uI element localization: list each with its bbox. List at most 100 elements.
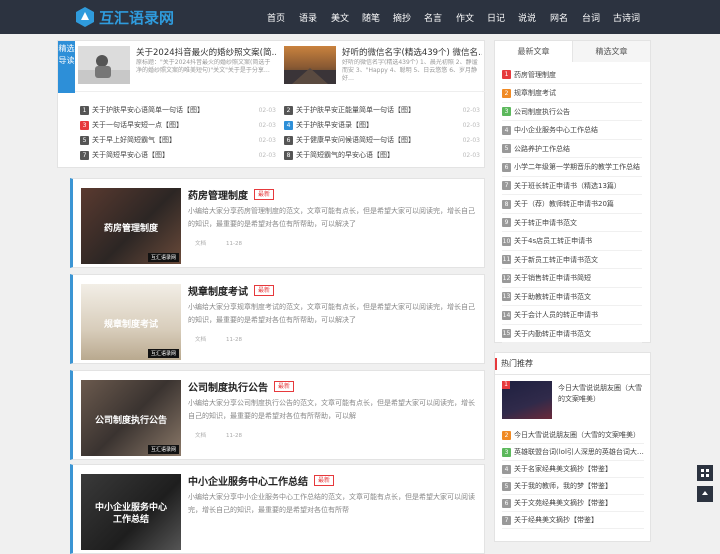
list-item-title[interactable]: 中小企业服务中心工作总结 xyxy=(514,125,598,135)
list-item-title[interactable]: 关于我的教师，我的梦【带鉴】 xyxy=(514,481,612,491)
list-item[interactable]: 2 规章制度考试 xyxy=(502,85,642,103)
list-item-title[interactable]: 关于简短霸气的早安心语【图】 xyxy=(296,150,461,160)
list-item[interactable]: 4 关于名家经典美文摘抄【带鉴】 xyxy=(502,461,644,478)
list-item[interactable]: 2 今日大雪说说朋友圈（大雪的文案唯美） xyxy=(502,427,644,444)
article-thumbnail[interactable]: 规章制度考试 互汇语录网 xyxy=(81,284,181,360)
site-logo[interactable]: 互汇语录网 xyxy=(74,5,174,29)
article-card[interactable]: 药房管理制度 互汇语录网 药房管理制度 最新 小编给大家分享药房管理制度的范文，… xyxy=(70,178,485,268)
list-item[interactable]: 10 关于4s店员工转正申请书 xyxy=(502,233,642,251)
back-to-top-button[interactable] xyxy=(697,486,713,502)
article-title-text[interactable]: 公司制度执行公告 xyxy=(188,379,268,394)
qr-code-button[interactable] xyxy=(697,465,713,481)
list-item-title[interactable]: 关于健康早安问候语简短一句话【图】 xyxy=(296,135,461,145)
list-item-title[interactable]: 关于会计人员的转正申请书 xyxy=(514,310,598,320)
article-thumbnail[interactable]: 公司制度执行公告 互汇语录网 xyxy=(81,380,181,456)
list-item[interactable]: 5 关于早上好简短霸气【图】 02-03 xyxy=(80,134,276,146)
list-item-title[interactable]: 关于早上好简短霸气【图】 xyxy=(92,135,257,145)
list-item-title[interactable]: 关于简短早安心语【图】 xyxy=(92,150,257,160)
nav-item-compositions[interactable]: 作文 xyxy=(456,11,474,24)
list-item-title[interactable]: 关于护肤早安心语简单一句话【图】 xyxy=(92,105,257,115)
list-item[interactable]: 4 中小企业服务中心工作总结 xyxy=(502,122,642,140)
article-title[interactable]: 中小企业服务中心工作总结 最新 xyxy=(188,473,335,488)
article-category[interactable]: 文档 xyxy=(195,241,206,247)
list-item-title[interactable]: 公司制度执行公告 xyxy=(514,107,570,117)
list-item[interactable]: 12 关于销售转正申请书简短 xyxy=(502,270,642,288)
list-item-title[interactable]: 关于助教转正申请书范文 xyxy=(514,292,591,302)
list-item[interactable]: 6 小学二年级第一学期音乐的教学工作总结 xyxy=(502,159,642,177)
nav-item-quotes[interactable]: 语录 xyxy=(299,11,317,24)
article-thumbnail[interactable]: 药房管理制度 互汇语录网 xyxy=(81,188,181,264)
article-thumbnail[interactable]: 中小企业服务中心工作总结 xyxy=(81,474,181,550)
list-item-title[interactable]: 公路养护工作总结 xyxy=(514,144,570,154)
list-item-title[interactable]: 关于护肤早安正能量简单一句话【图】 xyxy=(296,105,461,115)
nav-item-talk[interactable]: 说说 xyxy=(518,11,536,24)
list-item-title[interactable]: 关于4s店员工转正申请书 xyxy=(514,236,592,246)
list-item[interactable]: 3 关于一句话早安短一点【图】 02-03 xyxy=(80,119,276,131)
list-item-title[interactable]: 关于一句话早安短一点【图】 xyxy=(92,120,257,130)
list-item[interactable]: 3 英雄联盟台词(lol引人深思的英雄台词大… xyxy=(502,444,644,461)
list-item-title[interactable]: 今日大雪说说朋友圈（大雪的文案唯美） xyxy=(514,430,640,440)
featured-card-title[interactable]: 关于2024抖音最火的婚纱照文案(简… xyxy=(136,46,276,58)
nav-item-diary[interactable]: 日记 xyxy=(487,11,505,24)
article-title-text[interactable]: 药房管理制度 xyxy=(188,187,248,202)
list-item[interactable]: 9 关于转正申请书范文 xyxy=(502,214,642,232)
nav-item-essays[interactable]: 美文 xyxy=(331,11,349,24)
tab-featured[interactable]: 精选文章 xyxy=(572,41,650,62)
list-item[interactable]: 7 关于简短早安心语【图】 02-03 xyxy=(80,149,276,161)
article-category[interactable]: 文档 xyxy=(195,433,206,439)
list-item[interactable]: 5 公路养护工作总结 xyxy=(502,140,642,158)
article-category[interactable]: 文档 xyxy=(195,337,206,343)
list-item-title[interactable]: 规章制度考试 xyxy=(514,88,556,98)
article-card[interactable]: 公司制度执行公告 互汇语录网 公司制度执行公告 最新 小编给大家分享公司制度执行… xyxy=(70,370,485,460)
nav-item-famous-sayings[interactable]: 名言 xyxy=(424,11,442,24)
list-item[interactable]: 4 关于护肤早安语录【图】 02-03 xyxy=(284,119,480,131)
list-item-title[interactable]: 关于新员工转正申请书范文 xyxy=(514,255,598,265)
article-title[interactable]: 药房管理制度 最新 xyxy=(188,187,275,202)
list-item[interactable]: 7 关于班长转正申请书（精选13篇） xyxy=(502,177,642,195)
nav-item-nicknames[interactable]: 网名 xyxy=(550,11,568,24)
article-card[interactable]: 规章制度考试 互汇语录网 规章制度考试 最新 小编给大家分享规章制度考试的范文，… xyxy=(70,274,485,364)
list-item[interactable]: 15 关于内勤转正申请书范文 xyxy=(502,325,642,343)
list-item-title[interactable]: 英雄联盟台词(lol引人深思的英雄台词大… xyxy=(514,447,644,457)
list-item-title[interactable]: 关于转正申请书范文 xyxy=(514,218,577,228)
nav-item-notes[interactable]: 随笔 xyxy=(362,11,380,24)
list-item[interactable]: 14 关于会计人员的转正申请书 xyxy=(502,307,642,325)
list-item-title[interactable]: 关于销售转正申请书简短 xyxy=(514,273,591,283)
list-item[interactable]: 3 公司制度执行公告 xyxy=(502,103,642,121)
article-title-text[interactable]: 规章制度考试 xyxy=(188,283,248,298)
list-item[interactable]: 8 关于（荐）教师转正申请书20篇 xyxy=(502,196,642,214)
tab-recent[interactable]: 最新文章 xyxy=(495,41,572,62)
list-item-title[interactable]: 关于内勤转正申请书范文 xyxy=(514,329,591,339)
article-title-text[interactable]: 中小企业服务中心工作总结 xyxy=(188,473,308,488)
hot-feature-image[interactable]: 1 xyxy=(502,381,552,419)
nav-item-poems[interactable]: 古诗词 xyxy=(613,11,640,24)
nav-item-excerpts[interactable]: 摘抄 xyxy=(393,11,411,24)
featured-card[interactable]: 好听的微信名字(精选439个) 微信名… 好听的微信名字(精选439个) 1、晨… xyxy=(284,44,482,88)
nav-item-lines[interactable]: 台词 xyxy=(582,11,600,24)
list-item[interactable]: 7 关于经典美文摘抄【带鉴】 xyxy=(502,512,644,529)
list-item-title[interactable]: 关于名家经典美文摘抄【带鉴】 xyxy=(514,464,612,474)
featured-card-title[interactable]: 好听的微信名字(精选439个) 微信名… xyxy=(342,46,482,58)
hot-feature-item[interactable]: 1 今日大雪说说朋友圈（大雪的文案唯美） xyxy=(502,381,644,423)
list-item[interactable]: 13 关于助教转正申请书范文 xyxy=(502,288,642,306)
article-card[interactable]: 中小企业服务中心工作总结 中小企业服务中心工作总结 最新 小编给大家分享中小企业… xyxy=(70,464,485,554)
list-item-title[interactable]: 关于文苑经典美文摘抄【带鉴】 xyxy=(514,498,612,508)
list-item-title[interactable]: 小学二年级第一学期音乐的教学工作总结 xyxy=(514,162,640,172)
list-item-title[interactable]: 药房管理制度 xyxy=(514,70,556,80)
list-item-title[interactable]: 关于护肤早安语录【图】 xyxy=(296,120,461,130)
list-item[interactable]: 2 关于护肤早安正能量简单一句话【图】 02-03 xyxy=(284,104,480,116)
list-item[interactable]: 11 关于新员工转正申请书范文 xyxy=(502,251,642,269)
list-item[interactable]: 5 关于我的教师，我的梦【带鉴】 xyxy=(502,478,644,495)
list-item-title[interactable]: 关于班长转正申请书（精选13篇） xyxy=(514,181,621,191)
hot-feature-title[interactable]: 今日大雪说说朋友圈（大雪的文案唯美） xyxy=(558,383,646,405)
featured-card[interactable]: 关于2024抖音最火的婚纱照文案(简… 原标题："关于2024抖音最火的婚纱照文… xyxy=(78,44,276,88)
list-item[interactable]: 6 关于健康早安问候语简短一句话【图】 02-03 xyxy=(284,134,480,146)
article-title[interactable]: 规章制度考试 最新 xyxy=(188,283,275,298)
article-title[interactable]: 公司制度执行公告 最新 xyxy=(188,379,295,394)
list-item-title[interactable]: 关于（荐）教师转正申请书20篇 xyxy=(514,199,614,209)
list-item[interactable]: 8 关于简短霸气的早安心语【图】 02-03 xyxy=(284,149,480,161)
list-item[interactable]: 1 药房管理制度 xyxy=(502,66,642,84)
list-item-title[interactable]: 关于经典美文摘抄【带鉴】 xyxy=(514,515,598,525)
list-item[interactable]: 1 关于护肤早安心语简单一句话【图】 02-03 xyxy=(80,104,276,116)
nav-item-home[interactable]: 首页 xyxy=(267,11,285,24)
